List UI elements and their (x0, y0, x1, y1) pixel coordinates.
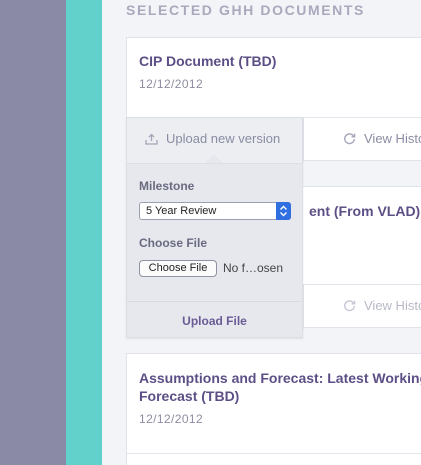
left-sidebar (0, 0, 66, 465)
section-heading: SELECTED GHH DOCUMENTS (126, 2, 365, 18)
card-divider (127, 453, 421, 454)
action-separator (303, 118, 304, 162)
main-content: SELECTED GHH DOCUMENTS CIP Document (TBD… (102, 0, 421, 465)
panel-pointer (205, 154, 223, 163)
document-title-line-2[interactable]: Forecast (TBD) (139, 387, 239, 405)
view-history-label: View History (364, 131, 421, 146)
upload-new-version-tab[interactable]: Upload new version (145, 131, 280, 146)
document-date: 12/12/2012 (139, 77, 204, 91)
history-icon (344, 133, 356, 145)
upload-file-button[interactable]: Upload File (127, 314, 302, 328)
view-history-button[interactable]: View History (343, 298, 421, 313)
document-title[interactable]: CIP Document (TBD) (139, 52, 276, 70)
select-updown-icon (276, 202, 291, 220)
document-card: Assumptions and Forecast: Latest Working… (126, 353, 421, 465)
view-history-label: View History (364, 298, 421, 313)
document-title-line-1[interactable]: Assumptions and Forecast: Latest Working (139, 369, 421, 387)
upload-icon (145, 133, 158, 145)
upload-form: Milestone 5 Year Review Choose File Choo… (127, 163, 302, 337)
upload-new-version-label: Upload new version (166, 131, 281, 146)
accent-rail (66, 0, 102, 465)
choose-file-button[interactable]: Choose File (139, 260, 217, 277)
action-separator (303, 285, 304, 329)
choose-file-label: Choose File (139, 236, 208, 250)
view-history-button[interactable]: View History (343, 131, 421, 146)
upload-version-panel: Upload new version Milestone 5 Year Revi… (126, 117, 303, 338)
milestone-select[interactable]: 5 Year Review (139, 202, 291, 220)
document-date: 12/12/2012 (139, 412, 204, 426)
document-title[interactable]: ent (From VLAD) (309, 202, 420, 220)
history-icon (344, 300, 356, 312)
file-status: No f…osen (223, 261, 284, 275)
milestone-label: Milestone (139, 179, 195, 193)
panel-divider (127, 301, 302, 302)
milestone-selected-value: 5 Year Review (146, 205, 217, 217)
